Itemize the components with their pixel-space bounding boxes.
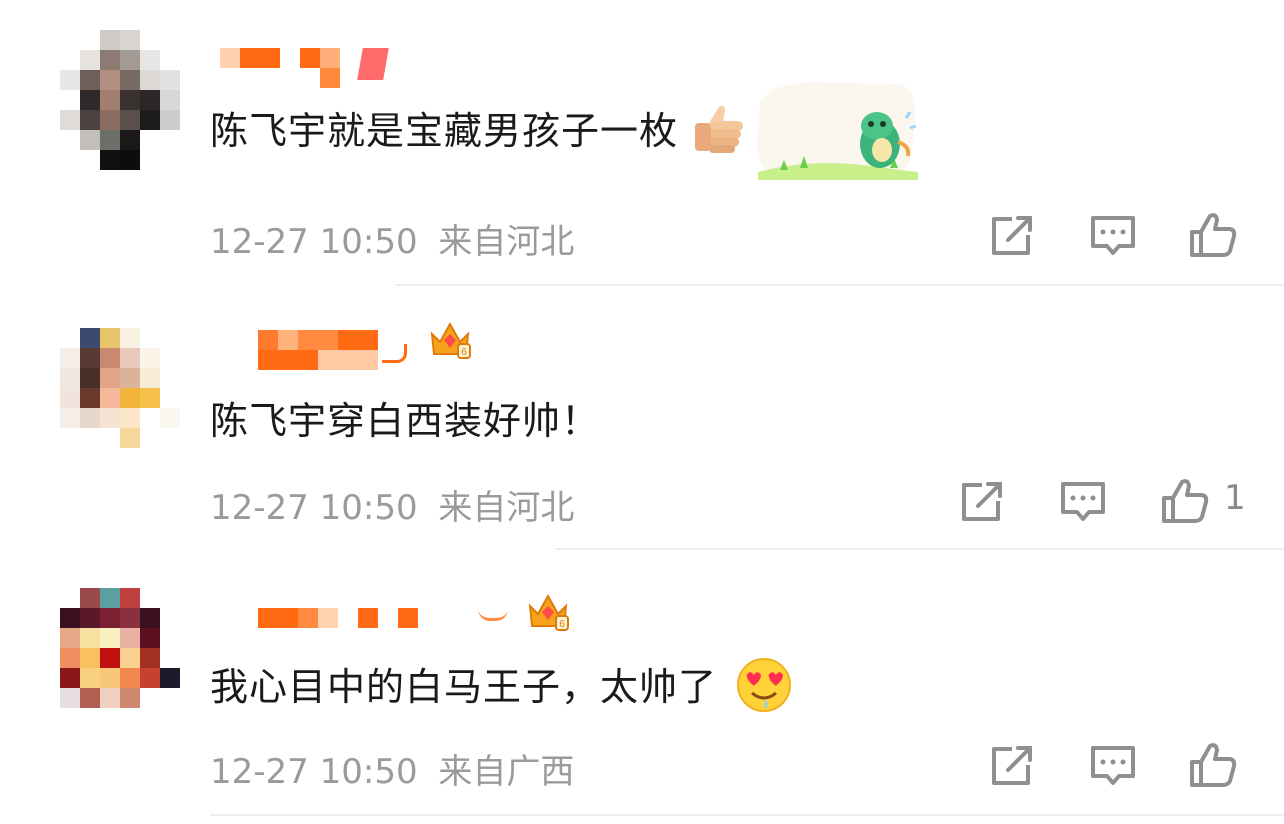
comment-location: 来自广西	[438, 752, 575, 792]
thumbs-up-outline-icon	[1190, 743, 1237, 787]
comment-item: 6 我心目中的白马王子，太帅了 12-27 10:50 来自广西	[0, 0, 1284, 824]
crown-badge-icon: 6	[526, 592, 570, 632]
bottom-fade	[940, 790, 1284, 824]
share-icon	[992, 746, 1032, 785]
avatar[interactable]	[60, 588, 180, 708]
svg-text:6: 6	[559, 619, 565, 630]
share-button[interactable]	[988, 740, 1038, 790]
comment-text: 我心目中的白马王子，太帅了	[210, 656, 792, 722]
comment-time: 12-27 10:50	[210, 752, 418, 792]
like-button[interactable]	[1188, 740, 1238, 790]
reply-button[interactable]	[1088, 740, 1138, 790]
comment-icon	[1091, 746, 1135, 785]
comment-actions	[988, 740, 1248, 790]
username-obscured[interactable]	[258, 608, 518, 630]
divider	[210, 814, 1284, 816]
heart-eyes-drool-icon	[736, 657, 792, 722]
comment-meta: 12-27 10:50 来自广西	[210, 744, 574, 793]
